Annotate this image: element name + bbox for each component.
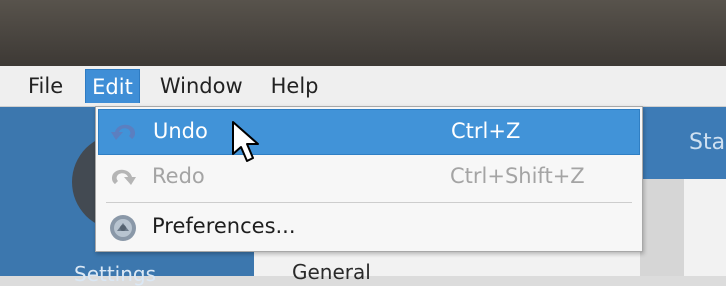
content-side-strip xyxy=(640,179,684,276)
header-tab-label[interactable]: Sta xyxy=(689,130,725,155)
menu-bar: File Edit Window Help xyxy=(0,66,726,107)
menu-item-preferences[interactable]: Preferences... xyxy=(98,205,640,251)
menu-file[interactable]: File xyxy=(20,69,71,103)
menu-item-redo[interactable]: Redo Ctrl+Shift+Z xyxy=(98,155,640,201)
undo-icon xyxy=(111,124,136,140)
edit-menu-dropdown: Undo Ctrl+Z Redo Ctrl+Shift+Z Preference… xyxy=(95,106,643,252)
preferences-label: Preferences... xyxy=(152,214,296,238)
undo-shortcut: Ctrl+Z xyxy=(451,119,521,143)
menu-edit[interactable]: Edit xyxy=(85,69,140,103)
window-titlebar xyxy=(0,0,726,66)
redo-icon xyxy=(111,169,136,185)
general-section-label[interactable]: General xyxy=(292,260,371,284)
redo-shortcut: Ctrl+Shift+Z xyxy=(450,164,585,188)
redo-label: Redo xyxy=(152,164,205,188)
preferences-icon xyxy=(110,215,136,241)
undo-label: Undo xyxy=(153,119,208,143)
mouse-cursor-icon xyxy=(232,121,259,162)
menu-window[interactable]: Window xyxy=(152,69,251,103)
menu-separator xyxy=(106,202,632,203)
menu-help[interactable]: Help xyxy=(263,69,327,103)
menu-item-undo[interactable]: Undo Ctrl+Z xyxy=(98,109,640,155)
sidebar-settings-label[interactable]: Settings xyxy=(74,262,156,286)
